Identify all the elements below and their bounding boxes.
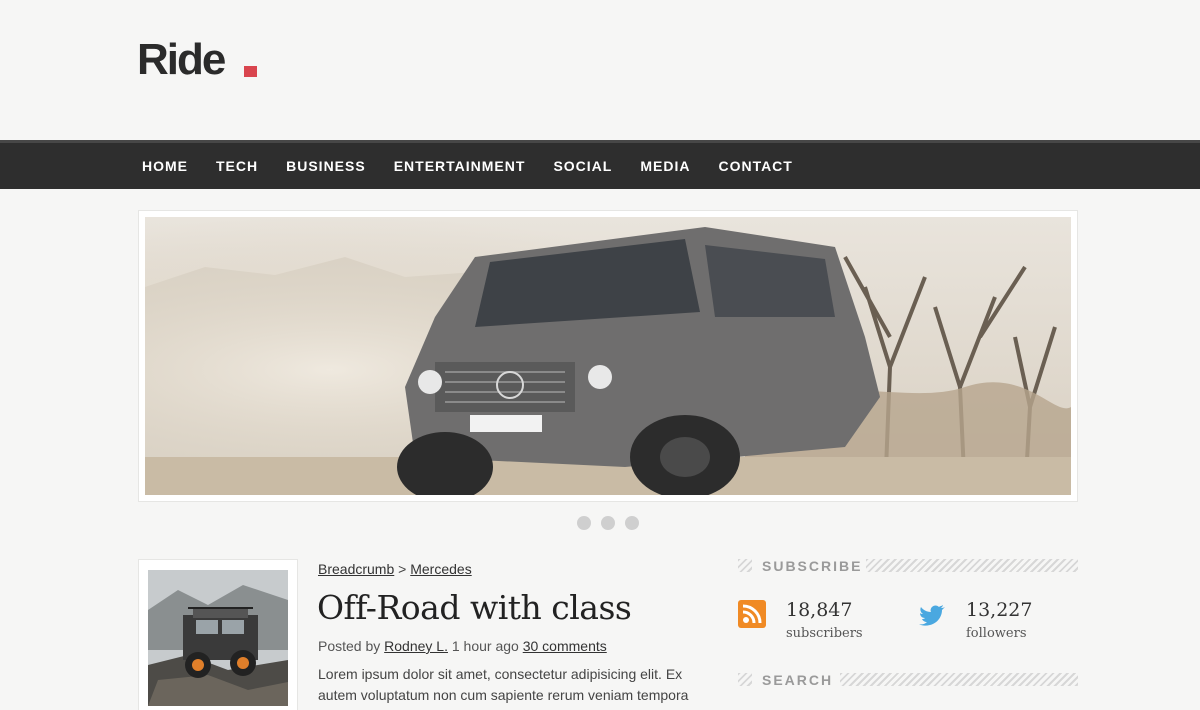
breadcrumb-current-link[interactable]: Mercedes <box>410 561 471 577</box>
nav-item-entertainment[interactable]: ENTERTAINMENT <box>394 157 526 175</box>
search-widget-header: SEARCH <box>738 672 1078 689</box>
twitter-follower-count: 13,227 <box>966 599 1033 621</box>
nav-item-tech[interactable]: TECH <box>216 157 258 175</box>
rss-subscriber-count: 18,847 <box>786 599 853 621</box>
post-time: 1 hour ago <box>451 638 519 654</box>
nav-item-business[interactable]: BUSINESS <box>286 157 366 175</box>
post-author-link[interactable]: Rodney L. <box>384 638 448 654</box>
header-hatch-left <box>738 673 752 686</box>
header-hatch-right <box>840 673 1078 686</box>
search-widget-title: SEARCH <box>760 672 836 688</box>
slider-pagination <box>577 516 649 530</box>
site-logo[interactable]: Ride <box>137 36 226 84</box>
featured-slider <box>138 210 1078 502</box>
header-hatch-right <box>866 559 1078 572</box>
slider-dot-2[interactable] <box>601 516 615 530</box>
rss-icon[interactable] <box>738 600 766 628</box>
breadcrumb-root-link[interactable]: Breadcrumb <box>318 561 394 577</box>
nav-item-home[interactable]: HOME <box>142 157 188 175</box>
post-title[interactable]: Off-Road with class <box>317 588 632 627</box>
post-meta-prefix: Posted by <box>318 638 381 654</box>
slider-dot-1[interactable] <box>577 516 591 530</box>
header-hatch-left <box>738 559 752 572</box>
slider-dot-3[interactable] <box>625 516 639 530</box>
rss-subscriber-label: subscribers <box>786 626 863 641</box>
suv-photo-icon <box>145 217 1071 495</box>
slide-image[interactable] <box>145 217 1071 495</box>
post-comments-link[interactable]: 30 comments <box>523 638 607 654</box>
nav-item-social[interactable]: SOCIAL <box>553 157 612 175</box>
main-nav: HOME TECH BUSINESS ENTERTAINMENT SOCIAL … <box>0 140 1200 189</box>
logo-accent-dot <box>244 66 257 77</box>
breadcrumb: Breadcrumb > Mercedes <box>318 561 472 577</box>
post-excerpt: Lorem ipsum dolor sit amet, consectetur … <box>318 666 689 703</box>
breadcrumb-separator: > <box>398 561 407 577</box>
nav-item-contact[interactable]: CONTACT <box>718 157 792 175</box>
subscribe-widget-header: SUBSCRIBE <box>738 558 1078 575</box>
nav-item-media[interactable]: MEDIA <box>640 157 690 175</box>
twitter-follower-label: followers <box>966 626 1027 641</box>
subscribe-widget-title: SUBSCRIBE <box>760 558 865 574</box>
offroad-truck-photo-icon <box>148 570 288 706</box>
post-thumbnail[interactable] <box>148 570 288 706</box>
twitter-icon[interactable] <box>918 604 946 626</box>
post-meta: Posted by Rodney L. 1 hour ago 30 commen… <box>318 638 607 654</box>
post-thumbnail-frame <box>138 559 298 710</box>
